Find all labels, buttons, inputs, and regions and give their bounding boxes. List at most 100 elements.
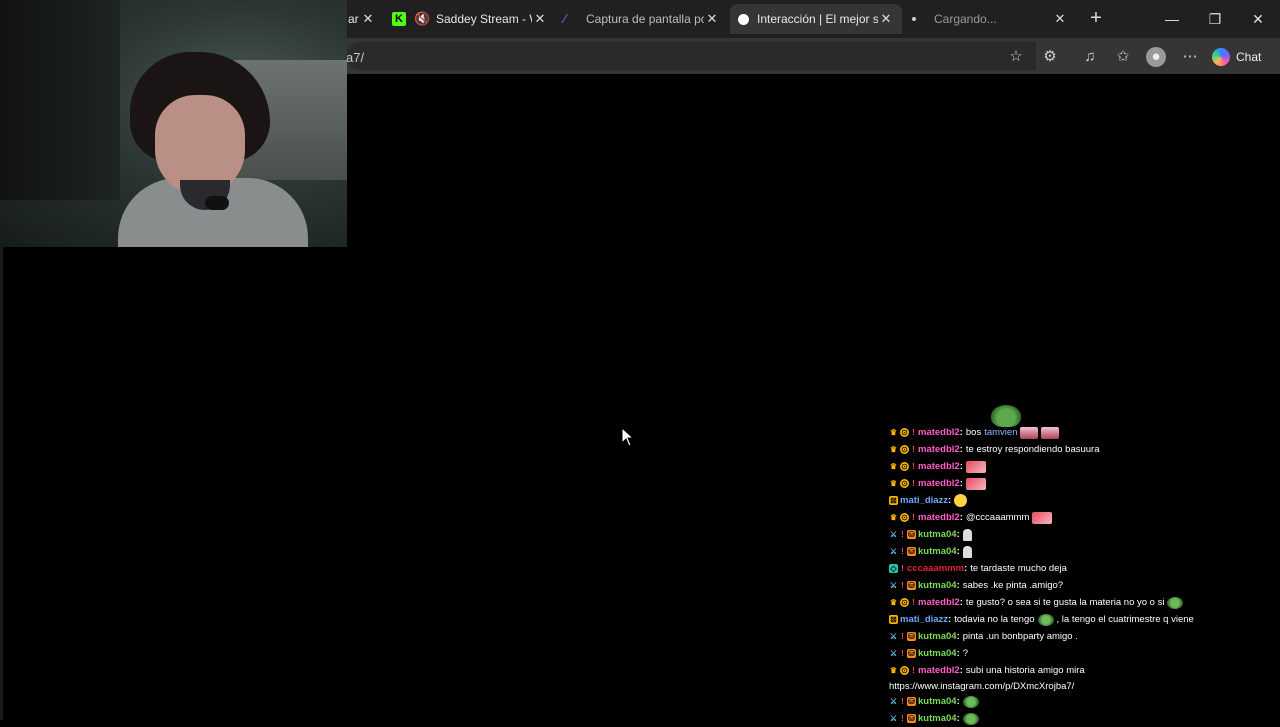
ghost-emote-icon [962, 545, 972, 558]
tab-captura[interactable]: ∕ Captura de pantalla por ✕ [556, 4, 728, 34]
bang-badge-icon: ! [912, 598, 915, 607]
smile-emote-icon [954, 494, 968, 507]
chat-username[interactable]: matedbl2 [918, 510, 960, 525]
bang-badge-icon: ! [901, 632, 904, 641]
sticker-emote-icon [965, 460, 986, 473]
crown-badge-icon: ♛ [889, 462, 898, 471]
media-control-icon[interactable]: ♫ [1080, 47, 1100, 67]
close-window-button[interactable]: ✕ [1243, 8, 1273, 30]
coin-badge-icon: ⊙ [900, 666, 909, 675]
chat-username[interactable]: mati_diazz [900, 612, 948, 627]
bang-badge-icon: ! [901, 530, 904, 539]
restore-button[interactable]: ❐ [1200, 8, 1230, 30]
muted-speaker-icon[interactable]: 🔇 [414, 12, 430, 26]
chat-username[interactable]: kutma04 [918, 578, 957, 593]
sub-badge-icon: ⛁ [907, 581, 916, 590]
close-icon[interactable]: ✕ [532, 11, 548, 27]
minimize-button[interactable]: — [1157, 8, 1187, 30]
chat-message: ⚔! ⛁ kutma04: [889, 543, 1269, 560]
bang-badge-icon: ! [901, 581, 904, 590]
capture-icon: ∕ [564, 11, 567, 26]
bang-badge-icon: ! [912, 479, 915, 488]
chat-username[interactable]: matedbl2 [918, 425, 960, 440]
bang-badge-icon: ! [901, 649, 904, 658]
profile-avatar-icon[interactable]: ● [1146, 47, 1166, 67]
favorite-star-icon[interactable]: ☆ [1006, 47, 1026, 67]
bang-badge-icon: ! [912, 462, 915, 471]
close-icon[interactable]: ✕ [878, 11, 894, 27]
chat-colon: : [959, 597, 963, 608]
chat-link[interactable]: https://www.instagram.com/p/DXmcXrojba7/ [889, 679, 1074, 694]
frog-emote-icon [1037, 613, 1054, 626]
close-icon[interactable]: ✕ [704, 11, 720, 27]
sword-badge-icon: ⚔ [889, 649, 898, 658]
sub-badge-icon: ⛁ [907, 697, 916, 706]
crown-badge-icon: ♛ [889, 445, 898, 454]
kick-icon: K [392, 12, 406, 26]
mod-badge-icon: ⊠ [889, 615, 898, 624]
pink-emote-icon [1020, 426, 1039, 439]
chat-username[interactable]: kutma04 [918, 527, 957, 542]
crown-badge-icon: ♛ [889, 666, 898, 675]
tab-title: Saddey Stream - W [436, 12, 532, 26]
sword-badge-icon: ⚔ [889, 714, 898, 723]
vip-badge-icon: ◇ [889, 564, 898, 573]
crown-badge-icon: ♛ [889, 513, 898, 522]
chat-message: ⊠ mati_diazz: todavia no la tengo , la teng… [889, 611, 1269, 628]
tab-interaccion[interactable]: Interacción | El mejor so ✕ [730, 4, 902, 34]
chat-message: ⚔! ⛁ kutma04: [889, 693, 1269, 710]
coin-badge-icon: ⊙ [900, 462, 909, 471]
extensions-icon[interactable]: ⚙ [1040, 47, 1060, 67]
chat-username[interactable]: matedbl2 [918, 663, 960, 678]
close-icon[interactable]: ✕ [360, 11, 376, 27]
chat-username[interactable]: matedbl2 [918, 476, 960, 491]
chat-text: pinta .un bonbparty amigo . [962, 631, 1078, 642]
chat-colon: : [959, 461, 963, 472]
ghost-emote-icon [962, 528, 972, 541]
loading-dot-icon [912, 17, 916, 21]
chat-username[interactable]: kutma04 [918, 694, 957, 709]
url-text[interactable]: a7/ [346, 50, 364, 65]
tab-saddey-stream[interactable]: K 🔇 Saddey Stream - W ✕ [384, 4, 556, 34]
chat-username[interactable]: matedbl2 [918, 595, 960, 610]
chat-colon: : [956, 529, 960, 540]
chat-colon: : [948, 495, 952, 506]
tab-cargando[interactable]: Cargando... ✕ [904, 4, 1076, 34]
coin-badge-icon: ⊙ [900, 513, 909, 522]
chat-text: ? [962, 648, 969, 659]
tab-title: Cargando... [934, 12, 997, 26]
headset-mic-icon [205, 196, 229, 210]
chat-username[interactable]: mati_diazz [900, 493, 948, 508]
mod-badge-icon: ⊠ [889, 496, 898, 505]
favorites-icon[interactable]: ✩ [1113, 47, 1133, 67]
copilot-chat-button[interactable]: Chat [1212, 46, 1261, 68]
chat-text: subi una historia amigo mira [965, 665, 1085, 676]
chat-text: te gusto? o sea si te gusta la materia n… [965, 597, 1165, 608]
chat-username[interactable]: kutma04 [918, 544, 957, 559]
chat-username[interactable]: kutma04 [918, 711, 957, 726]
chat-colon: : [959, 444, 963, 455]
frog-emote-icon [962, 695, 979, 708]
chat-message: ♛ ⊙! matedbl2: te estroy respondiendo basuu… [889, 441, 1269, 458]
chat-username[interactable]: kutma04 [918, 629, 957, 644]
chat-message: ♛ ⊙! matedbl2: subi una historia amigo mira [889, 662, 1269, 679]
chat-username[interactable]: matedbl2 [918, 442, 960, 457]
bang-badge-icon: ! [912, 513, 915, 522]
chat-message: ♛ ⊙! matedbl2: [889, 475, 1269, 492]
chat-colon: : [948, 614, 952, 625]
chat-username[interactable]: matedbl2 [918, 459, 960, 474]
chat-username[interactable]: kutma04 [918, 646, 957, 661]
chat-username[interactable]: cccaaammm [907, 561, 964, 576]
close-icon[interactable]: ✕ [1052, 11, 1068, 27]
sword-badge-icon: ⚔ [889, 547, 898, 556]
more-menu-icon[interactable]: ⋯ [1180, 47, 1200, 67]
address-bar[interactable] [346, 42, 1036, 70]
chat-message: ⚔! ⛁ kutma04: pinta .un bonbparty amigo . [889, 628, 1269, 645]
sub-badge-icon: ⛁ [907, 530, 916, 539]
chat-colon: : [959, 512, 963, 523]
bang-badge-icon: ! [901, 714, 904, 723]
chat-message: ♛ ⊙! matedbl2: bos tamvien [889, 424, 1269, 441]
chat-colon: : [956, 631, 960, 642]
new-tab-button[interactable]: + [1084, 6, 1108, 30]
chat-colon: : [959, 427, 963, 438]
